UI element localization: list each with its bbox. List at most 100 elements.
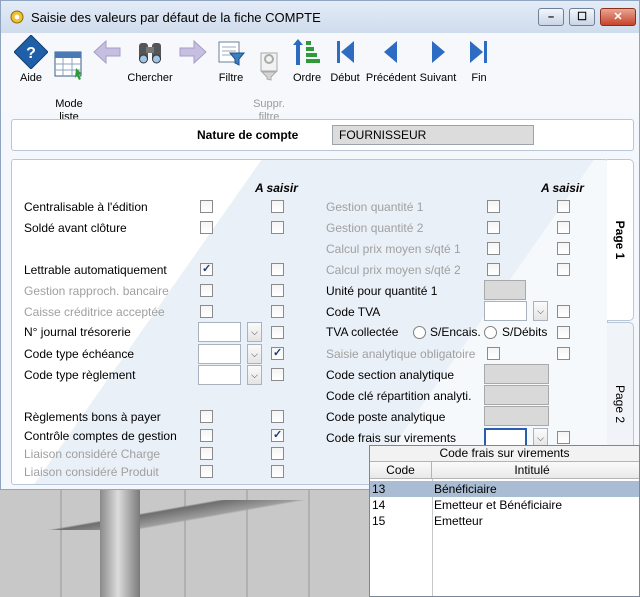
unite-qte1-input[interactable]	[484, 280, 526, 300]
nature-value-field[interactable]: FOURNISSEUR	[332, 125, 534, 145]
lookup-col-intitule[interactable]: Intitulé	[432, 462, 632, 479]
lettrable-saisir-checkbox[interactable]	[271, 263, 284, 276]
frais-virements-lookup: Code frais sur virements Code Intitulé 1…	[369, 445, 640, 597]
tab-page-2-label: Page 2	[613, 384, 627, 423]
code-tva-saisir-checkbox[interactable]	[557, 305, 570, 318]
last-record-button[interactable]: Fin	[447, 35, 511, 85]
saisie-analytique-checkbox[interactable]	[487, 347, 500, 360]
journal-input[interactable]	[198, 322, 241, 342]
lookup-header: Code Intitulé	[370, 462, 639, 479]
lookup-col-code[interactable]: Code	[370, 462, 432, 479]
gestion-qte1-label: Gestion quantité 1	[326, 200, 424, 214]
minimize-button[interactable]: –	[538, 8, 564, 26]
tva-collectee-saisir-checkbox[interactable]	[557, 326, 570, 339]
poste-analytique-input[interactable]	[484, 406, 549, 426]
caisse-saisir-checkbox[interactable]	[271, 305, 284, 318]
poste-analytique-label: Code poste analytique	[326, 410, 446, 424]
caisse-checkbox[interactable]	[200, 305, 213, 318]
cle-repartition-input[interactable]	[484, 385, 549, 405]
liaison-produit-saisir-checkbox[interactable]	[271, 465, 284, 478]
gestion-qte1-checkbox[interactable]	[487, 200, 500, 213]
chevron-down-icon: ⌵	[537, 433, 544, 443]
journal-saisir-checkbox[interactable]	[271, 326, 284, 339]
maximize-button[interactable]: ☐	[569, 8, 595, 26]
lookup-row-code: 13	[372, 482, 386, 496]
controle-gestion-checkbox[interactable]	[200, 429, 213, 442]
rapprochement-saisir-checkbox[interactable]	[271, 284, 284, 297]
lookup-row[interactable]: 13 Bénéficiaire	[370, 481, 639, 497]
reglement-saisir-checkbox[interactable]	[271, 368, 284, 381]
tva-encaissement-radio[interactable]	[413, 326, 426, 339]
previous-record-icon	[384, 41, 397, 63]
section-analytique-input[interactable]	[484, 364, 549, 384]
centralisable-checkbox[interactable]	[200, 200, 213, 213]
gestion-qte1-saisir-checkbox[interactable]	[557, 200, 570, 213]
left-a-saisir-header: A saisir	[255, 181, 298, 195]
nature-label: Nature de compte	[197, 128, 299, 142]
lookup-row-label: Emetteur et Bénéficiaire	[434, 498, 563, 512]
prix-moyen1-saisir-checkbox[interactable]	[557, 242, 570, 255]
lettrable-label: Lettrable automatiquement	[24, 263, 167, 277]
reglement-dropdown-button[interactable]: ⌵	[247, 365, 262, 385]
journal-label: N° journal trésorerie	[24, 325, 131, 339]
unite-qte1-label: Unité pour quantité 1	[326, 284, 438, 298]
gestion-qte2-saisir-checkbox[interactable]	[557, 221, 570, 234]
tva-debits-radio[interactable]	[484, 326, 497, 339]
echeance-dropdown-button[interactable]: ⌵	[247, 344, 262, 364]
chevron-down-icon: ⌵	[251, 370, 258, 380]
code-tva-input[interactable]	[484, 301, 527, 321]
echeance-input[interactable]	[198, 344, 241, 364]
tab-page-1-label: Page 1	[613, 220, 627, 260]
last-record-icon	[470, 41, 487, 63]
first-record-label: Début	[330, 72, 360, 84]
tva-collectee-label: TVA collectée	[326, 325, 399, 339]
solde-saisir-checkbox[interactable]	[271, 221, 284, 234]
gestion-qte2-checkbox[interactable]	[487, 221, 500, 234]
liaison-produit-label: Liaison considéré Produit	[24, 465, 159, 479]
last-record-label: Fin	[471, 72, 487, 84]
liaison-charge-saisir-checkbox[interactable]	[271, 447, 284, 460]
prix-moyen2-saisir-checkbox[interactable]	[557, 263, 570, 276]
lookup-row[interactable]: 14 Emetteur et Bénéficiaire	[370, 497, 639, 513]
solde-checkbox[interactable]	[200, 221, 213, 234]
chevron-down-icon: ⌵	[251, 327, 258, 337]
prix-moyen1-checkbox[interactable]	[487, 242, 500, 255]
rapprochement-label: Gestion rapproch. bancaire	[24, 284, 169, 298]
lookup-row-label: Emetteur	[434, 514, 483, 528]
centralisable-saisir-checkbox[interactable]	[271, 200, 284, 213]
close-button[interactable]: ✕	[600, 8, 636, 26]
bons-a-payer-checkbox[interactable]	[200, 410, 213, 423]
saisie-analytique-saisir-checkbox[interactable]	[557, 347, 570, 360]
lookup-row-code: 14	[372, 498, 386, 512]
echeance-saisir-checkbox[interactable]	[271, 346, 284, 360]
lookup-row[interactable]: 15 Emetteur	[370, 513, 639, 529]
prix-moyen1-label: Calcul prix moyen s/qté 1	[326, 242, 461, 256]
section-analytique-label: Code section analytique	[326, 368, 455, 382]
rapprochement-checkbox[interactable]	[200, 284, 213, 297]
minimize-icon: –	[547, 11, 555, 23]
frais-virements-saisir-checkbox[interactable]	[557, 431, 570, 444]
title-bar[interactable]: Saisie des valeurs par défaut de la fich…	[1, 1, 639, 33]
tab-page-1[interactable]: Page 1	[607, 159, 634, 321]
liaison-charge-label: Liaison considéré Charge	[24, 447, 161, 461]
prix-moyen2-checkbox[interactable]	[487, 263, 500, 276]
bons-a-payer-label: Règlements bons à payer	[24, 410, 161, 424]
right-a-saisir-header: A saisir	[541, 181, 584, 195]
controle-gestion-saisir-checkbox[interactable]	[271, 428, 284, 442]
code-tva-dropdown-button[interactable]: ⌵	[533, 301, 548, 321]
lettrable-checkbox[interactable]	[200, 262, 213, 276]
lookup-title: Code frais sur virements	[370, 446, 639, 462]
defaults-panel: A saisir A saisir Centralisable à l'édit…	[11, 159, 608, 485]
liaison-charge-checkbox[interactable]	[200, 447, 213, 460]
bons-a-payer-saisir-checkbox[interactable]	[271, 410, 284, 423]
lookup-row-code: 15	[372, 514, 386, 528]
cle-repartition-label: Code clé répartition analyti.	[326, 389, 472, 403]
first-record-icon	[337, 41, 354, 63]
journal-dropdown-button[interactable]: ⌵	[247, 322, 262, 342]
reglement-input[interactable]	[198, 365, 241, 385]
saisie-analytique-label: Saisie analytique obligatoire	[326, 347, 476, 361]
tva-debits-label: S/Débits	[502, 325, 548, 339]
main-window: Saisie des valeurs par défaut de la fich…	[0, 0, 640, 490]
liaison-produit-checkbox[interactable]	[200, 465, 213, 478]
page-tabs: Page 1 Page 2	[607, 159, 639, 485]
